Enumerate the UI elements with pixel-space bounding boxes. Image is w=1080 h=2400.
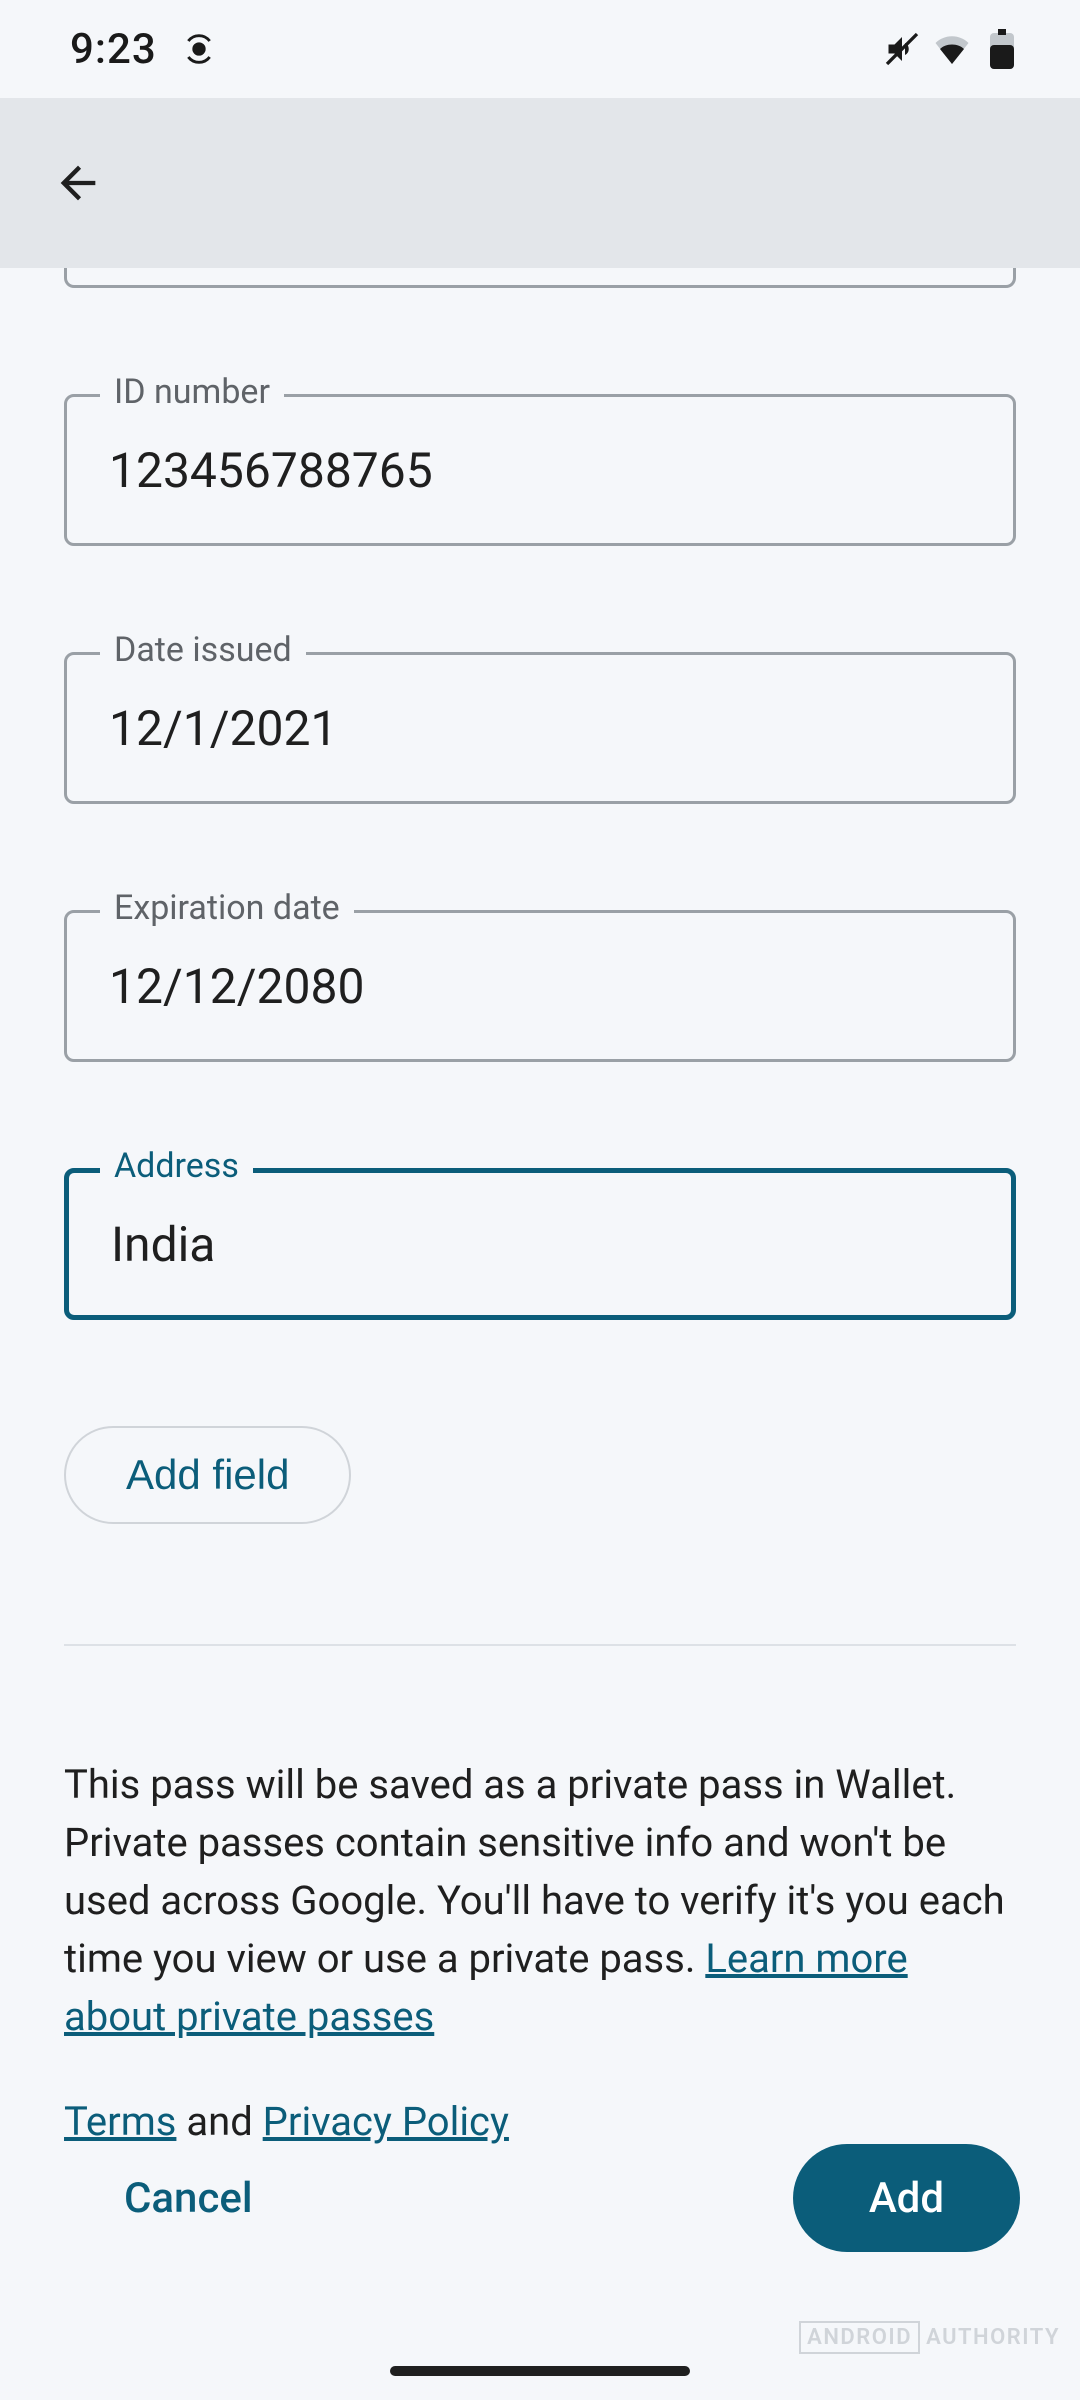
id-number-label: ID number (100, 372, 284, 412)
mute-icon (884, 31, 920, 67)
privacy-policy-link[interactable]: Privacy Policy (263, 2098, 509, 2145)
add-field-button[interactable]: Add field (64, 1426, 351, 1524)
wifi-icon (934, 31, 970, 67)
bottom-actions: Cancel Add (0, 2144, 1080, 2252)
form-content: ID number Date issued Expiration date Ad… (0, 268, 1080, 2145)
expiration-label: Expiration date (100, 888, 354, 928)
privacy-info: This pass will be saved as a private pas… (64, 1756, 1016, 2046)
cancel-button[interactable]: Cancel (60, 2150, 317, 2247)
legal-and: and (176, 2098, 262, 2145)
id-number-field[interactable] (64, 394, 1016, 546)
legal-row: Terms and Privacy Policy (64, 2098, 1016, 2145)
battery-icon (984, 31, 1020, 67)
arrow-left-icon (52, 157, 104, 209)
status-right (884, 31, 1020, 67)
status-time: 9:23 (70, 25, 157, 74)
nav-handle[interactable] (390, 2366, 690, 2376)
date-issued-field-wrap: Date issued (64, 652, 1016, 804)
address-label: Address (100, 1146, 253, 1186)
back-button[interactable] (42, 147, 114, 219)
date-issued-label: Date issued (100, 630, 306, 670)
app-bar (0, 98, 1080, 268)
expiration-field-wrap: Expiration date (64, 910, 1016, 1062)
address-field[interactable] (64, 1168, 1016, 1320)
watermark-site: AUTHORITY (926, 2325, 1060, 2350)
status-bar: 9:23 (0, 0, 1080, 98)
add-button[interactable]: Add (793, 2144, 1020, 2252)
watermark: ANDROID AUTHORITY (799, 2321, 1060, 2354)
expiration-field[interactable] (64, 910, 1016, 1062)
cutoff-field[interactable] (64, 268, 1016, 288)
camera-access-icon (181, 31, 217, 67)
address-field-wrap: Address (64, 1168, 1016, 1320)
divider (64, 1644, 1016, 1646)
status-left: 9:23 (70, 25, 217, 74)
date-issued-field[interactable] (64, 652, 1016, 804)
terms-link[interactable]: Terms (64, 2098, 176, 2145)
id-number-field-wrap: ID number (64, 394, 1016, 546)
watermark-brand: ANDROID (799, 2321, 920, 2354)
